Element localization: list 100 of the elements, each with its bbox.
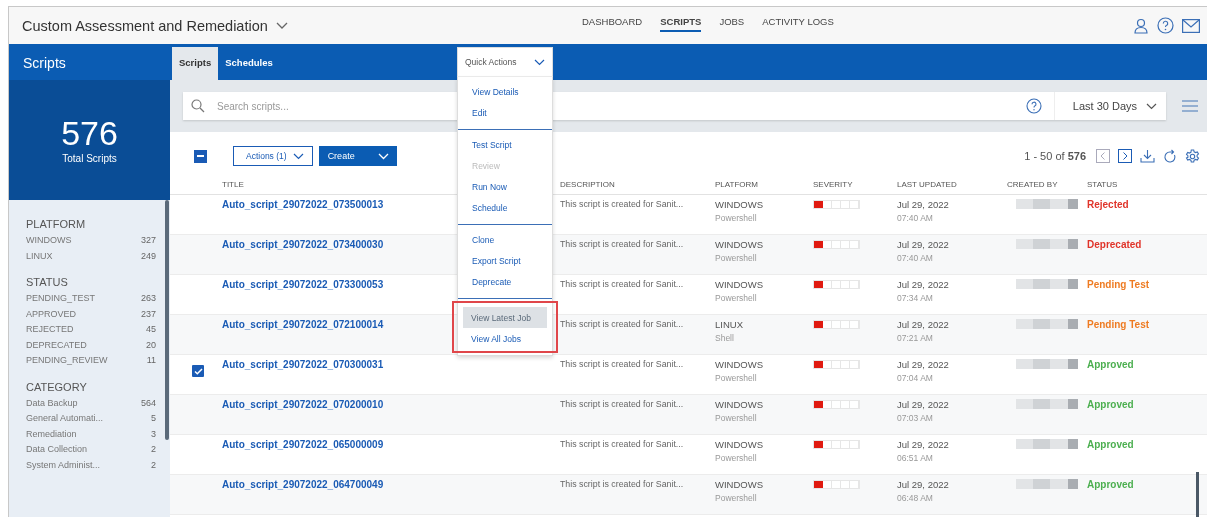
filter-option[interactable]: LINUX bbox=[26, 248, 53, 264]
script-link[interactable]: Auto_script_29072022_072100014 bbox=[222, 319, 384, 330]
nav-tab[interactable]: ACTIVITY LOGS bbox=[762, 13, 834, 32]
nav-tab[interactable]: SCRIPTS bbox=[660, 13, 702, 32]
column-header[interactable]: LAST UPDATED bbox=[897, 180, 957, 189]
filter-count: 2 bbox=[151, 443, 156, 456]
status-text: Approved bbox=[1087, 479, 1134, 490]
download-icon[interactable] bbox=[1140, 149, 1155, 163]
filter-heading: PLATFORM bbox=[26, 218, 87, 230]
filter-count: 2 bbox=[151, 458, 156, 472]
menu-item[interactable]: Test Script bbox=[464, 134, 546, 155]
create-button[interactable]: Create bbox=[318, 146, 397, 166]
script-link[interactable]: Auto_script_29072022_073500013 bbox=[222, 199, 384, 210]
script-type: Shell bbox=[715, 333, 735, 343]
script-link[interactable]: Auto_script_29072022_065000009 bbox=[222, 439, 384, 450]
menu-item[interactable]: Edit bbox=[464, 102, 546, 123]
redacted-block bbox=[1016, 319, 1078, 329]
help-icon[interactable] bbox=[1157, 17, 1174, 34]
total-count: 576 bbox=[61, 116, 118, 150]
nav-tab[interactable]: DASHBOARD bbox=[582, 13, 643, 32]
pagination-text: 1 - 50 of 576 bbox=[1024, 150, 1086, 162]
menu-item[interactable]: Deprecate bbox=[464, 271, 546, 292]
filter-option[interactable]: Data Collection bbox=[26, 442, 88, 458]
filter-count: 249 bbox=[140, 249, 156, 263]
menu-item[interactable]: View Latest Job bbox=[463, 307, 547, 328]
status-text: Deprecated bbox=[1087, 239, 1142, 250]
next-page-icon[interactable] bbox=[1118, 149, 1132, 163]
severity-meter bbox=[813, 480, 860, 489]
chevron-down-icon[interactable] bbox=[275, 21, 288, 30]
user-icon[interactable] bbox=[1133, 17, 1149, 34]
script-link[interactable]: Auto_script_29072022_070300031 bbox=[222, 359, 384, 370]
filter-count: 237 bbox=[140, 307, 156, 321]
menu-item[interactable]: Schedule bbox=[464, 197, 546, 218]
time-cell-text: 07:04 AM bbox=[897, 373, 934, 383]
date-cell: Jul 29, 2022 bbox=[897, 479, 949, 490]
menu-item[interactable]: Clone bbox=[464, 229, 546, 250]
select-all-checkbox[interactable] bbox=[194, 149, 207, 163]
date-cell: Jul 29, 2022 bbox=[897, 239, 949, 250]
date-cell: Jul 29, 2022 bbox=[897, 199, 949, 210]
chevron-down-icon bbox=[377, 152, 389, 160]
menu-item[interactable]: Run Now bbox=[464, 176, 546, 197]
settings-icon[interactable] bbox=[1185, 148, 1200, 164]
filter-option[interactable]: PENDING_TEST bbox=[26, 291, 95, 307]
description-cell: This script is created for Sanit... bbox=[560, 359, 684, 369]
row-checkbox[interactable] bbox=[192, 365, 204, 377]
script-link[interactable]: Auto_script_29072022_070200010 bbox=[222, 399, 384, 410]
date-range-dropdown[interactable]: Last 30 Days bbox=[1053, 92, 1166, 120]
actions-dropdown[interactable]: Actions (1) bbox=[233, 146, 313, 166]
redacted-block bbox=[1016, 279, 1078, 289]
filter-option[interactable]: PENDING_REVIEW bbox=[26, 353, 108, 369]
nav-tab[interactable]: JOBS bbox=[719, 13, 745, 32]
tab[interactable]: Scripts bbox=[172, 47, 219, 80]
filter-option[interactable]: System Administ... bbox=[26, 457, 101, 473]
redacted-block bbox=[1016, 479, 1078, 489]
filter-count: 564 bbox=[140, 396, 156, 410]
chevron-down-icon bbox=[1146, 102, 1157, 110]
sidebar-title: Scripts bbox=[23, 55, 66, 71]
column-header[interactable]: STATUS bbox=[1087, 180, 1118, 189]
chevron-down-icon bbox=[534, 58, 545, 66]
column-header[interactable]: DESCRIPTION bbox=[560, 180, 615, 189]
column-header[interactable]: CREATED BY bbox=[1007, 180, 1058, 189]
filter-option[interactable]: DEPRECATED bbox=[26, 337, 87, 353]
time-cell-text: 07:03 AM bbox=[897, 413, 934, 423]
help-icon[interactable] bbox=[1025, 98, 1042, 114]
column-header[interactable]: PLATFORM bbox=[715, 180, 758, 189]
menu-item[interactable]: Export Script bbox=[464, 250, 546, 271]
quick-actions-dropdown[interactable]: Quick Actions bbox=[457, 47, 553, 77]
filter-option[interactable]: Remediation bbox=[26, 426, 77, 442]
script-link[interactable]: Auto_script_29072022_064700049 bbox=[222, 479, 384, 490]
filter-option[interactable]: WINDOWS bbox=[26, 233, 72, 249]
script-type: Powershell bbox=[715, 453, 758, 463]
scrollbar[interactable] bbox=[1196, 472, 1199, 517]
description-cell: This script is created for Sanit... bbox=[560, 479, 684, 489]
redacted-block bbox=[1016, 239, 1078, 249]
app-title: Custom Assessment and Remediation bbox=[22, 17, 268, 34]
script-type: Powershell bbox=[715, 213, 758, 223]
date-cell: Jul 29, 2022 bbox=[897, 319, 949, 330]
filter-option[interactable]: General Automati... bbox=[26, 411, 104, 427]
filter-heading: CATEGORY bbox=[26, 380, 88, 393]
column-header[interactable]: TITLE bbox=[222, 180, 244, 189]
column-header[interactable]: SEVERITY bbox=[813, 180, 853, 189]
severity-meter bbox=[813, 320, 860, 329]
severity-meter bbox=[813, 440, 860, 449]
status-text: Rejected bbox=[1087, 199, 1129, 210]
menu-item[interactable]: View All Jobs bbox=[463, 328, 547, 349]
scrollbar[interactable] bbox=[165, 200, 169, 440]
script-link[interactable]: Auto_script_29072022_073400030 bbox=[222, 239, 384, 250]
filter-option[interactable]: REJECTED bbox=[26, 322, 74, 338]
mail-icon[interactable] bbox=[1182, 18, 1200, 33]
redacted-block bbox=[1016, 199, 1078, 209]
filter-option[interactable]: APPROVED bbox=[26, 306, 76, 322]
time-cell-text: 07:40 AM bbox=[897, 253, 934, 263]
redacted-block bbox=[1016, 439, 1078, 449]
description-cell: This script is created for Sanit... bbox=[560, 399, 684, 409]
script-link[interactable]: Auto_script_29072022_073300053 bbox=[222, 279, 384, 290]
refresh-icon[interactable] bbox=[1163, 148, 1177, 164]
filter-option[interactable]: Data Backup bbox=[26, 395, 78, 411]
platform-cell: WINDOWS bbox=[715, 359, 764, 370]
severity-meter bbox=[813, 360, 860, 369]
tab[interactable]: Schedules bbox=[218, 47, 280, 80]
